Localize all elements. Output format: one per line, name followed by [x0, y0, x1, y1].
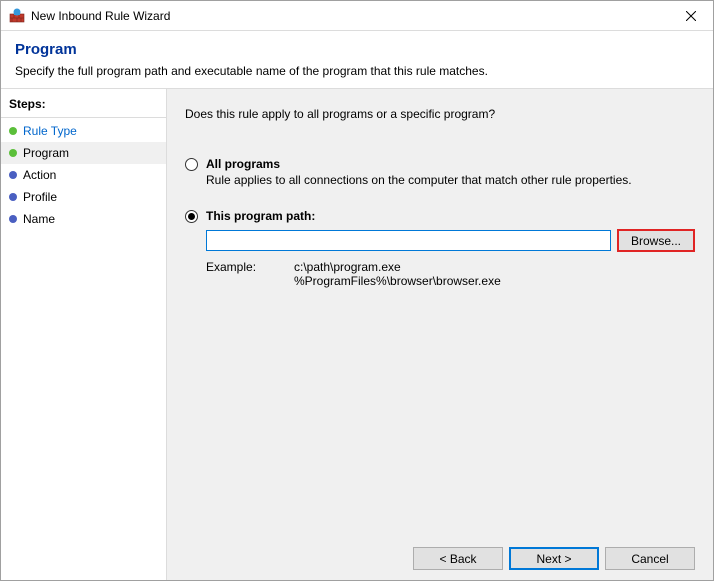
radio-icon	[185, 210, 198, 223]
radio-program-path[interactable]: This program path:	[185, 209, 695, 223]
window-title: New Inbound Rule Wizard	[31, 9, 668, 23]
option-title: This program path:	[206, 209, 315, 223]
wizard-header: Program Specify the full program path an…	[1, 31, 713, 88]
back-button[interactable]: < Back	[413, 547, 503, 570]
option-program-path: This program path: Browse... Example: c:…	[185, 209, 695, 288]
option-title: All programs	[206, 157, 280, 171]
step-label: Program	[23, 146, 69, 160]
step-label: Name	[23, 212, 55, 226]
main-panel: Does this rule apply to all programs or …	[167, 89, 713, 580]
step-profile[interactable]: Profile	[1, 186, 166, 208]
wizard-body: Steps: Rule Type Program Action Profile …	[1, 88, 713, 580]
page-subtitle: Specify the full program path and execut…	[15, 64, 699, 78]
radio-icon	[185, 158, 198, 171]
cancel-button[interactable]: Cancel	[605, 547, 695, 570]
step-bullet-icon	[9, 193, 17, 201]
steps-heading: Steps:	[1, 93, 166, 118]
example-label: Example:	[206, 260, 266, 288]
option-all-programs: All programs Rule applies to all connect…	[185, 157, 695, 187]
steps-sidebar: Steps: Rule Type Program Action Profile …	[1, 89, 167, 580]
example-row: Example: c:\path\program.exe %ProgramFil…	[206, 260, 695, 288]
page-title: Program	[15, 41, 699, 58]
example-text: c:\path\program.exe %ProgramFiles%\brows…	[294, 260, 501, 288]
browse-button[interactable]: Browse...	[617, 229, 695, 252]
wizard-footer: < Back Next > Cancel	[185, 533, 695, 570]
step-name[interactable]: Name	[1, 208, 166, 230]
step-action[interactable]: Action	[1, 164, 166, 186]
step-bullet-icon	[9, 215, 17, 223]
program-path-input[interactable]	[206, 230, 611, 251]
step-bullet-icon	[9, 171, 17, 179]
step-label: Profile	[23, 190, 57, 204]
close-button[interactable]	[668, 1, 713, 30]
wizard-question: Does this rule apply to all programs or …	[185, 107, 695, 121]
browse-button-label: Browse...	[631, 234, 681, 248]
step-rule-type[interactable]: Rule Type	[1, 120, 166, 142]
next-button[interactable]: Next >	[509, 547, 599, 570]
program-path-row: Browse...	[206, 229, 695, 252]
firewall-icon	[9, 8, 25, 24]
close-icon	[686, 8, 696, 24]
titlebar: New Inbound Rule Wizard	[1, 1, 713, 31]
radio-all-programs[interactable]: All programs	[185, 157, 695, 171]
step-label: Action	[23, 168, 56, 182]
step-bullet-icon	[9, 127, 17, 135]
option-description: Rule applies to all connections on the c…	[206, 173, 695, 187]
step-program[interactable]: Program	[1, 142, 166, 164]
step-bullet-icon	[9, 149, 17, 157]
wizard-window: New Inbound Rule Wizard Program Specify …	[0, 0, 714, 581]
step-label: Rule Type	[23, 124, 77, 138]
